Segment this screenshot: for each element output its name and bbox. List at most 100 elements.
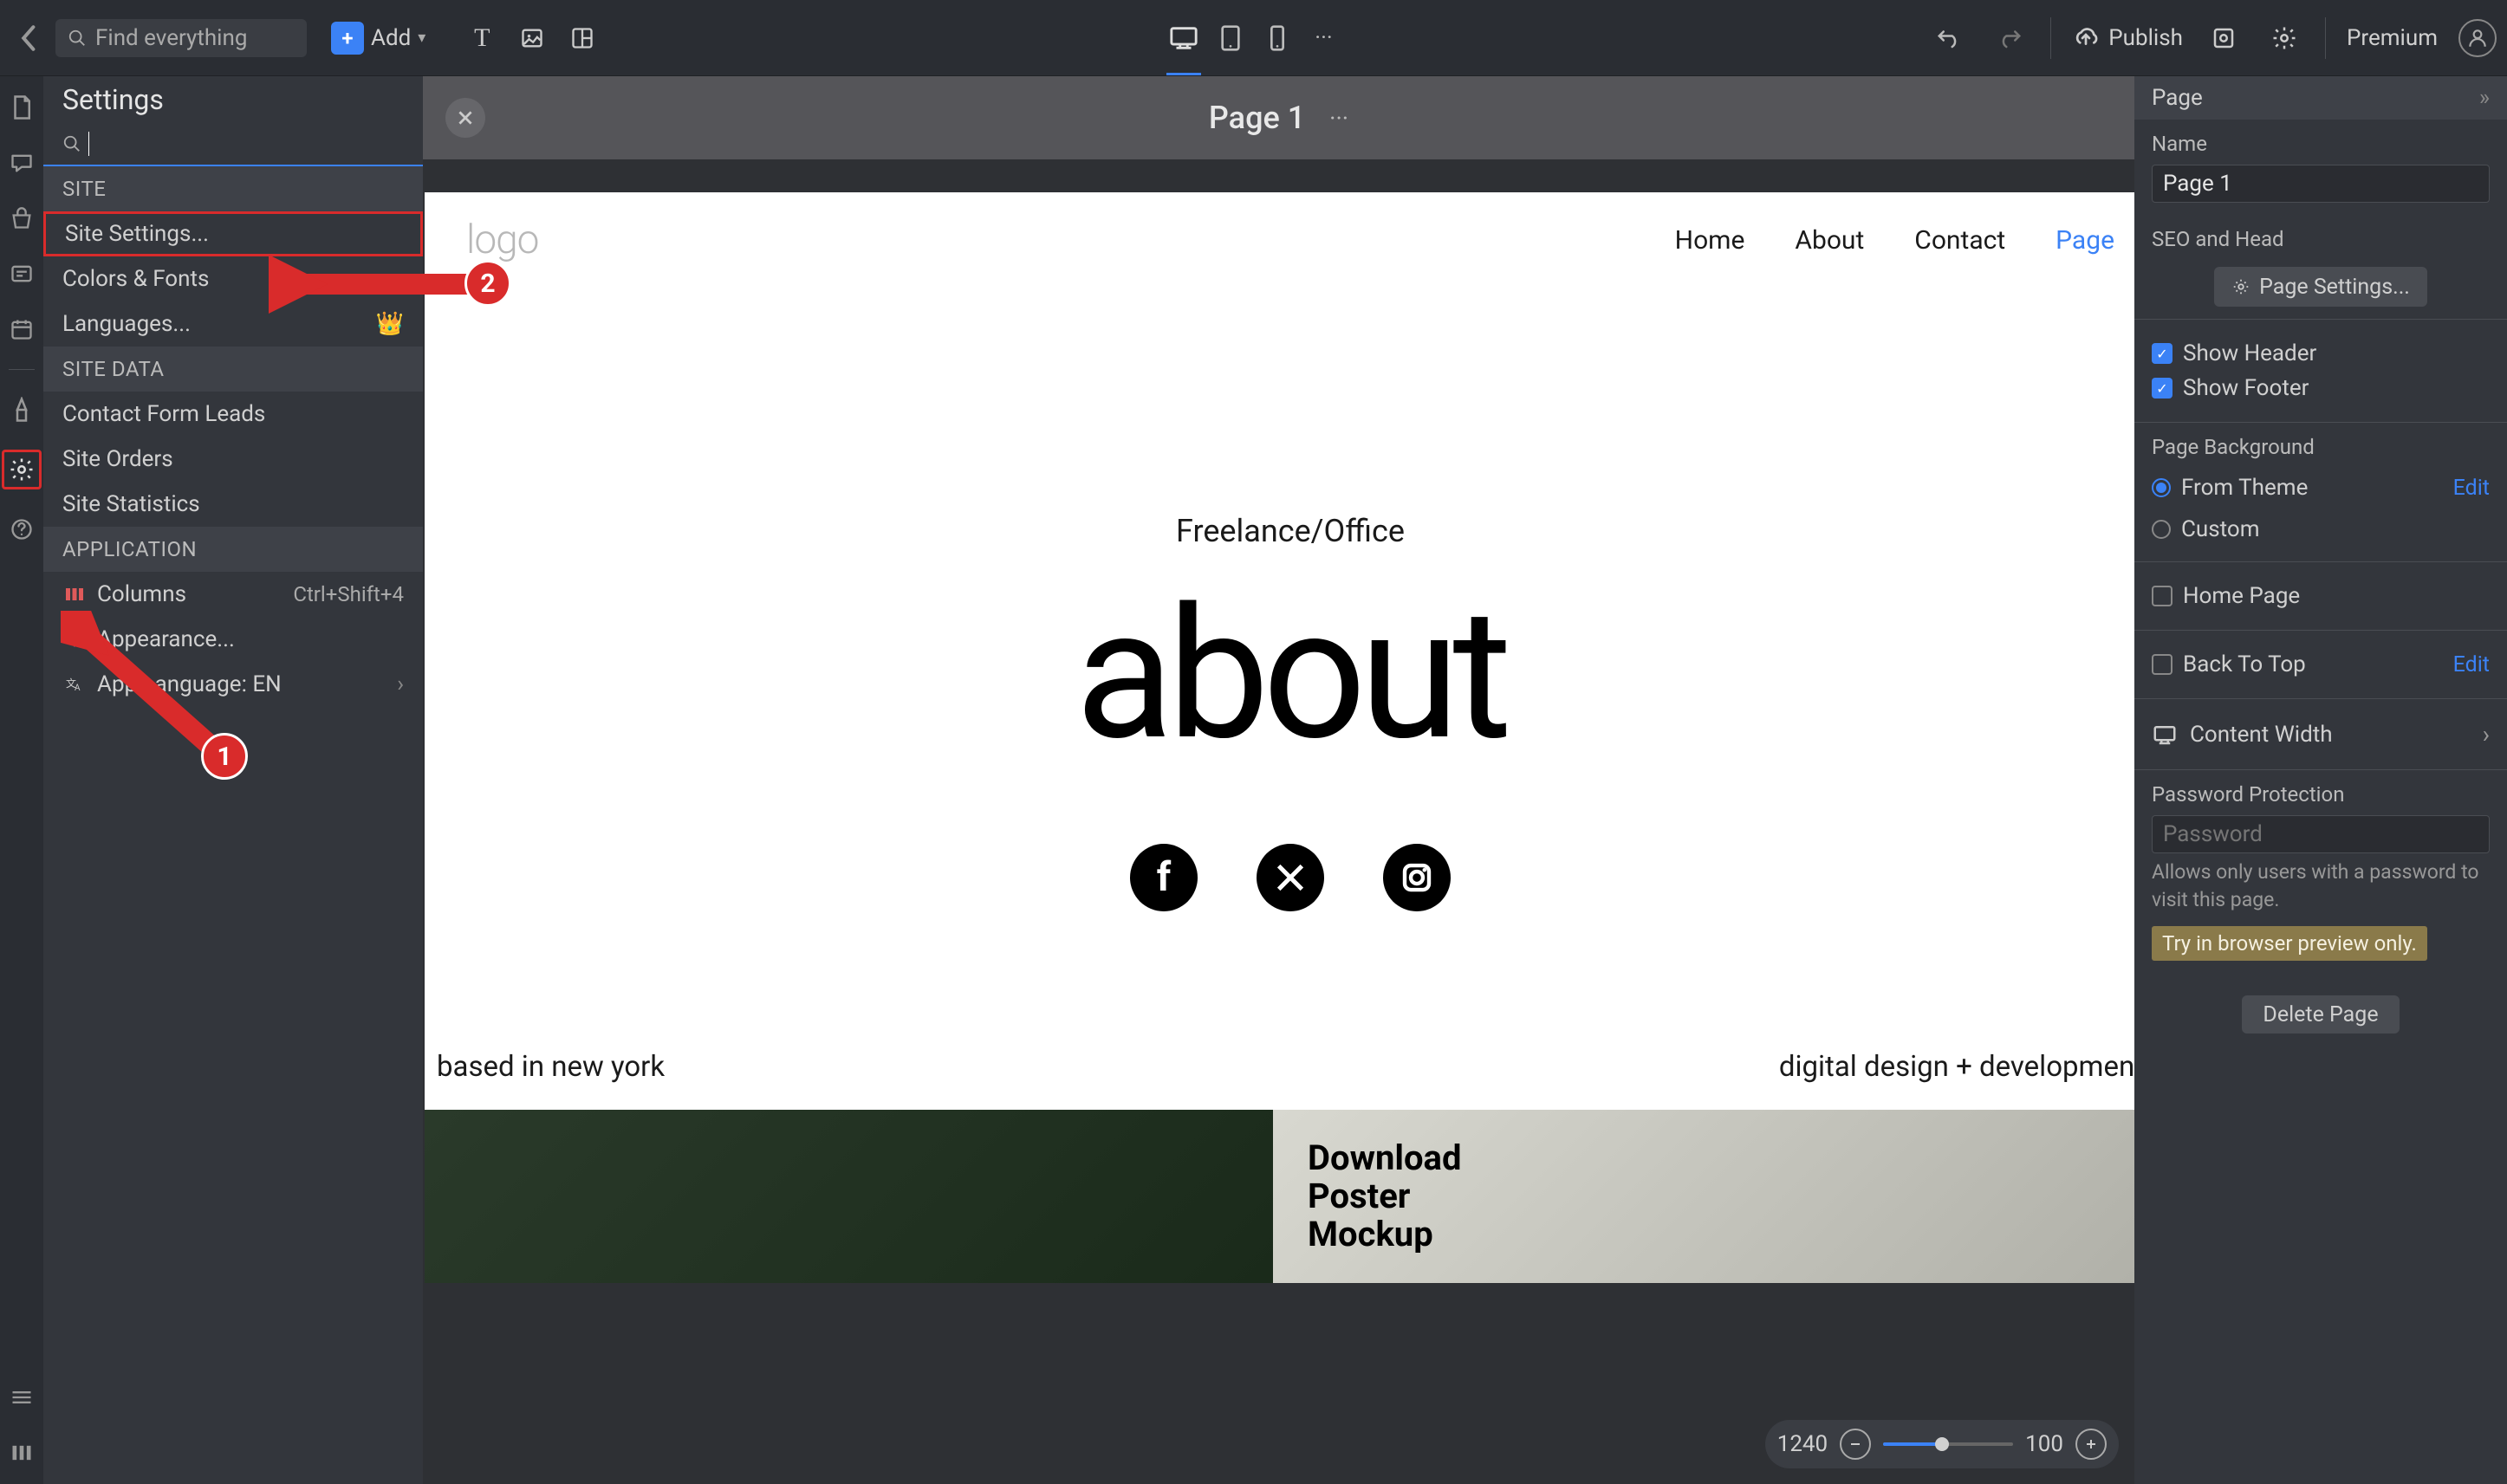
- zoom-base: 100: [2025, 1431, 2063, 1457]
- site-logo[interactable]: logo: [466, 217, 538, 263]
- menu-app-language[interactable]: 文A App Language: EN ›: [43, 662, 423, 707]
- bg-from-theme-radio[interactable]: From Theme: [2152, 475, 2308, 501]
- rp-header-label: Page: [2152, 85, 2203, 111]
- close-panel-button[interactable]: [445, 98, 485, 138]
- rail-pages-icon[interactable]: [6, 92, 37, 123]
- zoom-out-button[interactable]: [1840, 1429, 1871, 1460]
- checkbox-label: Show Header: [2183, 340, 2316, 366]
- nav-about[interactable]: About: [1795, 225, 1864, 256]
- settings-gear-icon[interactable]: [2264, 18, 2304, 58]
- rail-shop-icon[interactable]: [6, 203, 37, 234]
- check-icon: [2152, 586, 2173, 606]
- check-icon: ✓: [2152, 378, 2173, 399]
- undo-button[interactable]: [1929, 18, 1969, 58]
- menu-contact-leads[interactable]: Contact Form Leads: [43, 392, 423, 437]
- zoom-slider[interactable]: [1883, 1442, 2013, 1446]
- shortcut-label: Ctrl+Shift+4: [293, 582, 404, 606]
- menu-label: Colors & Fonts: [62, 266, 209, 292]
- menu-site-orders[interactable]: Site Orders: [43, 437, 423, 482]
- info-right[interactable]: digital design + development: [1779, 1050, 2134, 1084]
- rail-blog-icon[interactable]: [6, 258, 37, 289]
- show-footer-checkbox[interactable]: ✓Show Footer: [2152, 375, 2490, 401]
- back-to-top-checkbox[interactable]: Back To Top: [2152, 651, 2306, 677]
- more-page-options[interactable]: ···: [1329, 104, 1348, 133]
- poster-image-1[interactable]: [425, 1110, 1273, 1283]
- gear-icon: [2231, 277, 2250, 296]
- social-links: f: [425, 844, 2134, 911]
- rail-settings-icon[interactable]: [2, 450, 42, 489]
- back-button[interactable]: [10, 21, 45, 55]
- name-label: Name: [2152, 132, 2490, 156]
- zoom-in-button[interactable]: [2075, 1429, 2107, 1460]
- instagram-icon[interactable]: [1383, 844, 1451, 911]
- device-mobile[interactable]: [1256, 16, 1299, 60]
- rail-calendar-icon[interactable]: [6, 314, 37, 345]
- image-tool[interactable]: [512, 18, 552, 58]
- x-icon[interactable]: [1257, 844, 1324, 911]
- password-input[interactable]: [2152, 815, 2490, 853]
- radio-icon: [2152, 478, 2171, 497]
- nav-contact[interactable]: Contact: [1914, 225, 2005, 256]
- right-panel-header: Page »: [2134, 76, 2507, 120]
- user-avatar[interactable]: [2458, 19, 2497, 57]
- text-tool[interactable]: T: [462, 18, 502, 58]
- home-page-checkbox[interactable]: Home Page: [2152, 583, 2490, 609]
- rail-list-icon[interactable]: [6, 1382, 37, 1413]
- rail-columns-icon[interactable]: [6, 1437, 37, 1468]
- device-desktop[interactable]: [1162, 16, 1205, 60]
- monitor-icon: [2152, 723, 2178, 746]
- menu-label: Site Settings...: [65, 221, 209, 247]
- show-header-checkbox[interactable]: ✓Show Header: [2152, 340, 2490, 366]
- menu-languages[interactable]: Languages...👑: [43, 301, 423, 347]
- page-title-bar: Page 1 ···: [423, 76, 2134, 159]
- nav-home[interactable]: Home: [1675, 225, 1745, 256]
- hero-subtitle[interactable]: Freelance/Office: [425, 513, 2134, 549]
- chevron-right-icon: ›: [397, 266, 404, 292]
- rail-help-icon[interactable]: [6, 514, 37, 545]
- hero-headline[interactable]: about: [425, 584, 2134, 766]
- seo-label: SEO and Head: [2152, 227, 2490, 251]
- info-left[interactable]: based in new york: [437, 1050, 665, 1084]
- sun-icon: [62, 630, 87, 649]
- menu-site-settings[interactable]: Site Settings...: [43, 211, 423, 256]
- canvas-page[interactable]: logo Home About Contact Page Freelance/O…: [425, 192, 2134, 1283]
- chevron-right-icon: ›: [397, 671, 404, 697]
- crown-icon: 👑: [376, 311, 404, 337]
- settings-search[interactable]: [43, 123, 423, 166]
- premium-label[interactable]: Premium: [2347, 25, 2438, 51]
- menu-columns[interactable]: Columns Ctrl+Shift+4: [43, 572, 423, 617]
- rail-divider: [9, 369, 35, 370]
- menu-appearance[interactable]: Appearance...: [43, 617, 423, 662]
- search-input[interactable]: Find everything: [55, 19, 307, 57]
- page-name-input[interactable]: [2152, 165, 2490, 203]
- menu-label: App Language: EN: [97, 671, 282, 697]
- canvas-area: logo Home About Contact Page Freelance/O…: [423, 159, 2134, 1484]
- add-label[interactable]: Add: [371, 25, 411, 51]
- search-icon: [62, 134, 81, 153]
- bg-custom-radio[interactable]: Custom: [2152, 516, 2490, 542]
- layout-tool[interactable]: [562, 18, 602, 58]
- poster-image-2[interactable]: Download Poster Mockup: [1273, 1110, 2134, 1283]
- rail-theme-icon[interactable]: [6, 394, 37, 425]
- toolbar-divider: [2050, 17, 2051, 59]
- settings-panel-title: Settings: [43, 76, 423, 123]
- expand-icon[interactable]: »: [2479, 85, 2490, 111]
- publish-button[interactable]: Publish: [2072, 25, 2183, 51]
- rail-chat-icon[interactable]: [6, 147, 37, 178]
- annotation-badge-1: 1: [201, 733, 248, 780]
- delete-page-button[interactable]: Delete Page: [2242, 995, 2399, 1034]
- device-tablet[interactable]: [1209, 16, 1252, 60]
- add-button[interactable]: +: [331, 22, 364, 55]
- redo-button[interactable]: [1990, 18, 2030, 58]
- menu-site-statistics[interactable]: Site Statistics: [43, 482, 423, 527]
- content-width-row[interactable]: Content Width ›: [2152, 720, 2490, 748]
- bg-edit-link[interactable]: Edit: [2453, 476, 2490, 501]
- btt-edit-link[interactable]: Edit: [2453, 652, 2490, 677]
- menu-colors-fonts[interactable]: Colors & Fonts ›: [43, 256, 423, 301]
- radio-icon: [2152, 520, 2171, 539]
- preview-button[interactable]: [2204, 18, 2244, 58]
- facebook-icon[interactable]: f: [1130, 844, 1198, 911]
- page-settings-button[interactable]: Page Settings...: [2214, 267, 2427, 307]
- nav-page[interactable]: Page: [2056, 225, 2114, 256]
- more-devices[interactable]: ···: [1302, 16, 1346, 60]
